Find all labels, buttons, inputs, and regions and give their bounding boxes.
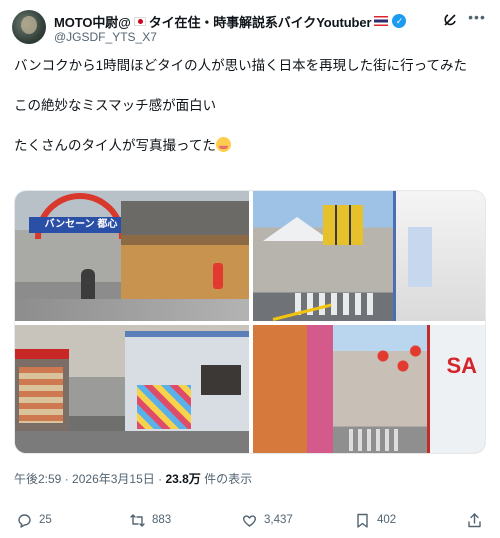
wooden-shop bbox=[121, 201, 249, 311]
photo-1[interactable]: バンセーン 都心 bbox=[15, 191, 249, 321]
retweet-icon bbox=[129, 512, 146, 529]
media-grid: バンセーン 都心 SA bbox=[14, 190, 486, 454]
red-lantern bbox=[213, 263, 223, 289]
post-line-1: バンコクから1時間ほどタイの人が思い描く日本を再現した街に行ってみた bbox=[14, 58, 468, 73]
photo-2[interactable] bbox=[253, 191, 485, 321]
floor bbox=[15, 431, 249, 453]
like-count: 3,437 bbox=[264, 514, 293, 526]
reply-icon bbox=[16, 512, 33, 529]
avatar[interactable] bbox=[12, 10, 46, 44]
share-icon bbox=[466, 512, 483, 529]
share-button[interactable] bbox=[466, 510, 489, 530]
japan-flag-icon bbox=[133, 16, 146, 26]
more-icon[interactable]: ••• bbox=[468, 10, 486, 26]
pink-wall bbox=[307, 325, 333, 453]
photo-4[interactable]: SA bbox=[253, 325, 485, 453]
hanging-lanterns bbox=[373, 341, 423, 391]
like-button[interactable]: 3,437 bbox=[241, 510, 293, 530]
bookmark-button[interactable]: 402 bbox=[354, 510, 396, 530]
grok-icon[interactable] bbox=[442, 12, 458, 28]
goods-display bbox=[137, 385, 191, 429]
meta-separator: · bbox=[64, 472, 69, 486]
post-line-3: たくさんのタイ人が写真撮ってた bbox=[14, 136, 486, 156]
goods-shelves bbox=[19, 367, 63, 423]
bookmark-icon bbox=[354, 512, 371, 529]
views-count[interactable]: 23.8万 bbox=[165, 472, 200, 486]
street bbox=[15, 299, 249, 321]
gate-sign: バンセーン 都心 bbox=[29, 217, 133, 233]
post-line-2: この絶妙なミスマッチ感が面白い bbox=[14, 98, 217, 113]
reply-button[interactable]: 25 bbox=[16, 510, 52, 530]
orange-wall bbox=[253, 325, 307, 453]
post-meta: 午後2:59 · 2026年3月15日 · 23.8万 件の表示 bbox=[14, 470, 252, 487]
blushing-face-emoji-icon bbox=[215, 137, 231, 152]
action-bar: 25 883 3,437 402 bbox=[14, 510, 486, 530]
bookmark-count: 402 bbox=[377, 514, 397, 526]
display-name-suffix[interactable]: タイ在住・時事解説系バイクYoutuber bbox=[149, 12, 372, 31]
post-header: MOTO中尉@ タイ在住・時事解説系バイクYoutuber ✓ @JGSDF_Y… bbox=[12, 10, 488, 46]
photo-3[interactable] bbox=[15, 325, 249, 453]
yellow-container-building bbox=[323, 205, 363, 245]
store-sign: SA bbox=[446, 353, 477, 378]
thailand-flag-icon bbox=[374, 16, 389, 26]
shop-window bbox=[201, 365, 241, 395]
post-text: バンコクから1時間ほどタイの人が思い描く日本を再現した街に行ってみた この絶妙な… bbox=[14, 56, 486, 156]
white-store bbox=[427, 325, 485, 453]
retweet-button[interactable]: 883 bbox=[129, 510, 171, 530]
road-markings bbox=[349, 429, 403, 451]
post-line-3-text: たくさんのタイ人が写真撮ってた bbox=[14, 138, 216, 153]
post-time[interactable]: 午後2:59 bbox=[14, 472, 61, 486]
display-name[interactable]: MOTO中尉@ bbox=[54, 12, 131, 31]
white-tent bbox=[263, 217, 331, 241]
verified-badge-icon[interactable]: ✓ bbox=[392, 14, 407, 28]
post-date[interactable]: 2026年3月15日 bbox=[72, 472, 155, 486]
meta-separator-2: · bbox=[158, 472, 163, 486]
user-handle[interactable]: @JGSDF_YTS_X7 bbox=[54, 30, 157, 44]
retweet-count: 883 bbox=[152, 514, 172, 526]
heart-icon bbox=[241, 512, 258, 529]
display-name-row[interactable]: MOTO中尉@ タイ在住・時事解説系バイクYoutuber ✓ bbox=[54, 12, 407, 31]
white-building bbox=[393, 191, 485, 321]
views-label: 件の表示 bbox=[204, 472, 253, 486]
reply-count: 25 bbox=[39, 514, 52, 526]
